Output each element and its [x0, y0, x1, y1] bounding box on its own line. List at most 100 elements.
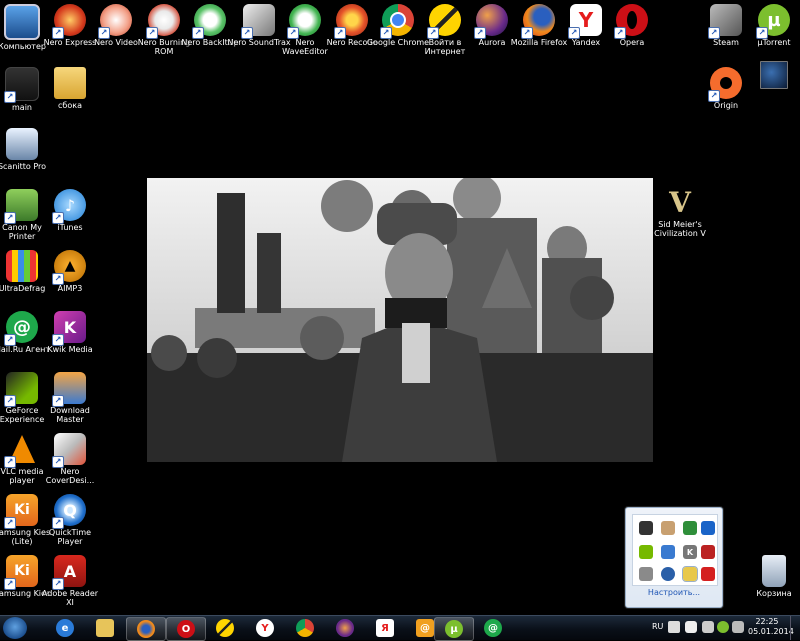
folder-icon: [54, 67, 86, 99]
civilization-icon: V: [669, 185, 691, 219]
desktop-icon-label: сбока: [58, 101, 82, 110]
taskbar: e O Y Я @ µ @ RU 22:25 05.01.2014: [0, 615, 800, 641]
start-button[interactable]: [3, 617, 27, 639]
utorrent-tray-icon[interactable]: [717, 621, 729, 633]
record-tray-icon[interactable]: [701, 567, 715, 581]
update-tray-icon[interactable]: [661, 567, 675, 581]
desktop-icon-label: Origin: [713, 101, 739, 110]
taskbar-mailru-agent[interactable]: @: [474, 617, 512, 639]
download-master-icon: ↗: [52, 372, 86, 407]
desktop-icon-download-master[interactable]: ↗ Download Master: [37, 372, 103, 424]
desktop-icon-quicktime[interactable]: Q ↗ QuickTime Player: [37, 494, 103, 546]
firefox-icon: ↗: [521, 4, 555, 39]
desktop-icon-utorrent[interactable]: µ ↗ µTorrent: [741, 4, 800, 47]
volume-icon[interactable]: [732, 621, 744, 633]
mailru-agent-icon: @: [484, 619, 502, 637]
taskbar-explorer[interactable]: [86, 617, 124, 639]
desktop-icon-recycle-bin[interactable]: Корзина: [741, 555, 800, 598]
printer-tray-icon[interactable]: [701, 545, 715, 559]
opera-icon: O: [177, 620, 195, 638]
wallpaper-photo-illustration: [147, 178, 653, 462]
taskbar-utorrent[interactable]: µ: [434, 617, 474, 641]
tray-expand-icon[interactable]: [668, 621, 680, 633]
taskbar-firefox[interactable]: [126, 617, 166, 641]
desktop-icon-label: iTunes: [57, 223, 83, 232]
network-tray-icon[interactable]: [683, 521, 697, 535]
system-clock[interactable]: 22:25 05.01.2014: [748, 617, 794, 637]
steam-tray-icon[interactable]: [639, 521, 653, 535]
taskbar-beeline[interactable]: [206, 617, 244, 639]
nero-waveeditor-icon: ↗: [287, 4, 321, 39]
aurora-icon: [336, 619, 354, 637]
desktop-icon-label: AIMP3: [57, 284, 83, 293]
network-icon[interactable]: [702, 621, 714, 633]
action-center-flag-icon[interactable]: [685, 621, 697, 633]
firefox-icon: [137, 620, 155, 638]
opera-icon: ↗: [614, 4, 648, 39]
samsung-kies-icon: Ki ↗: [4, 555, 38, 590]
quicktime-icon: Q ↗: [52, 494, 86, 529]
folder-icon: [96, 619, 114, 637]
download-tray-icon[interactable]: [661, 545, 675, 559]
scanner-icon: [6, 128, 38, 160]
clock-time: 22:25: [755, 617, 779, 626]
desktop-icon-itunes[interactable]: ♪ ↗ iTunes: [37, 189, 103, 232]
desktop-icon-label: Download Master: [50, 406, 90, 424]
nero-video-icon: ↗: [98, 4, 132, 39]
desktop-icon-label: Adobe Reader XI: [41, 589, 99, 607]
desktop-icon-label: Корзина: [756, 589, 792, 598]
aimp-icon: ▲ ↗: [52, 250, 86, 285]
taskbar-aurora[interactable]: [326, 617, 364, 639]
kwik-media-icon: K ↗: [52, 311, 86, 346]
desktop-icon-kwik[interactable]: K ↗ Kwik Media: [37, 311, 103, 354]
mailru-agent-icon: @ ↗: [4, 311, 38, 346]
utorrent-icon: µ ↗: [756, 4, 790, 39]
nero-backitup-icon: ↗: [192, 4, 226, 39]
desktop-icon-sborka[interactable]: сбока: [37, 67, 103, 110]
taskbar-yandex[interactable]: Y: [246, 617, 284, 639]
mailru-icon: @: [416, 619, 434, 637]
vlc-cone-icon: ↗: [4, 433, 38, 468]
hdd-tray-icon[interactable]: [682, 566, 698, 582]
kwik-tray-icon[interactable]: K: [683, 545, 697, 559]
steam-icon: ↗: [708, 4, 742, 39]
desktop-icon-opera[interactable]: ↗ Opera: [599, 4, 665, 47]
utorrent-icon: µ: [445, 620, 463, 638]
desktop-icon-civ5[interactable]: V Sid Meier's Civilization V: [647, 185, 713, 239]
main-icon: ↗: [4, 67, 39, 103]
aurora-icon: ↗: [474, 4, 508, 39]
adobe-reader-icon: A ↗: [52, 555, 86, 590]
samsung-kies-lite-icon: Ki ↗: [4, 494, 38, 529]
desktop-icon-nero-coverdesigner[interactable]: ↗ Nero CoverDesi...: [37, 433, 103, 485]
desktop: Компьютер ↗ Nero Express ↗ Nero Video ↗ …: [0, 0, 800, 615]
message-tray-icon[interactable]: [639, 567, 653, 581]
desktop-icon-label: Opera: [619, 38, 645, 47]
image-file-icon: [760, 61, 788, 89]
geforce-icon: ↗: [4, 372, 38, 407]
chrome-icon: ↗: [380, 4, 414, 39]
show-desktop-button[interactable]: [790, 616, 800, 640]
customize-tray-link[interactable]: Настроить...: [626, 588, 722, 597]
desktop-icon-aimp3[interactable]: ▲ ↗ AIMP3: [37, 250, 103, 293]
yandex-icon: Y: [256, 619, 274, 637]
desktop-icon-label: QuickTime Player: [48, 528, 92, 546]
bluetooth-tray-icon[interactable]: [701, 521, 715, 535]
language-indicator[interactable]: RU: [652, 622, 663, 631]
nvidia-tray-icon[interactable]: [639, 545, 653, 559]
nero-burning-rom-icon: ↗: [146, 4, 180, 39]
yandex-icon: Y ↗: [568, 4, 602, 39]
desktop-icon-label: Kwik Media: [47, 345, 93, 354]
origin-icon: ↗: [708, 67, 742, 102]
volume-tray-icon[interactable]: [661, 521, 675, 535]
clock-date: 05.01.2014: [748, 627, 794, 636]
taskbar-ie[interactable]: e: [46, 617, 84, 639]
taskbar-chrome[interactable]: [286, 617, 324, 639]
taskbar-opera[interactable]: O: [166, 617, 206, 641]
wallpaper-photo: [147, 178, 653, 462]
nero-soundtrax-icon: ↗: [241, 4, 275, 39]
recycle-bin-icon: [762, 555, 786, 587]
taskbar-yandex-browser[interactable]: Я: [366, 617, 404, 639]
desktop-icon-adobe-reader[interactable]: A ↗ Adobe Reader XI: [37, 555, 103, 607]
desktop-icon-wallpaper-thumb[interactable]: [741, 61, 800, 89]
desktop-icon-scanitto[interactable]: Scanitto Pro: [0, 128, 55, 171]
